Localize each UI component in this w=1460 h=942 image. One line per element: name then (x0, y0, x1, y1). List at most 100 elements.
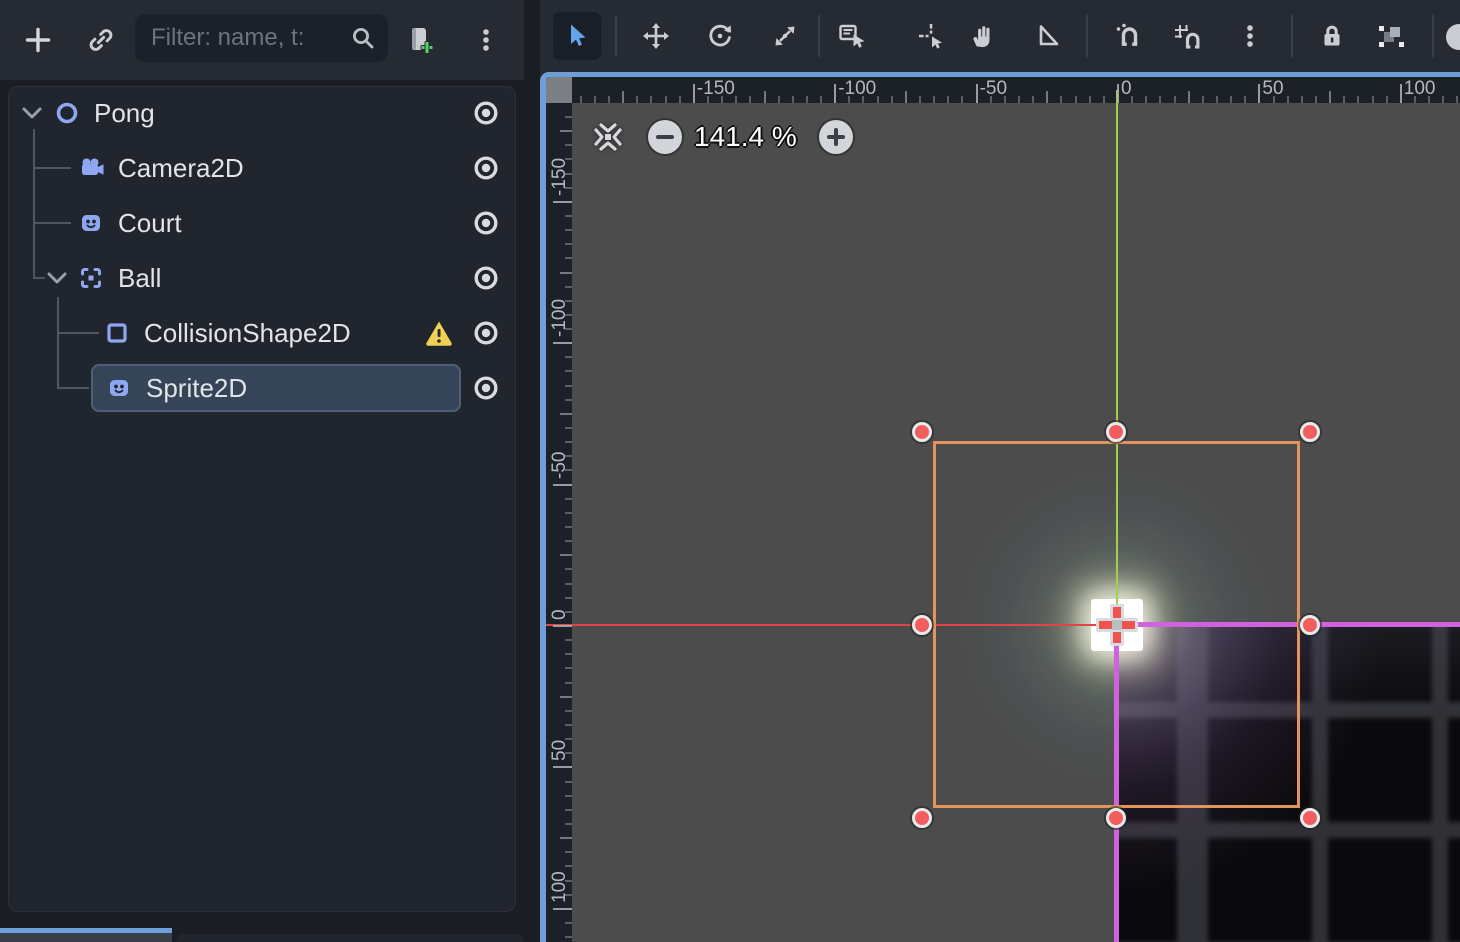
resize-handle-bottom[interactable] (1106, 808, 1126, 828)
ruler-tick (749, 96, 751, 103)
ruler-tick (565, 243, 572, 245)
resize-handle-top[interactable] (1106, 422, 1126, 442)
ruler-tick (1174, 96, 1176, 103)
resize-handle-top-left[interactable] (912, 422, 932, 442)
ruler-tick (1400, 84, 1402, 103)
ruler-tick (565, 724, 572, 726)
skeleton-options-icon[interactable] (1446, 24, 1460, 50)
resize-handle-bottom-right[interactable] (1300, 808, 1320, 828)
tree-row-pong[interactable]: Pong (9, 89, 515, 137)
tree-row-court[interactable]: Court (9, 199, 515, 247)
zoom-in-button[interactable] (819, 120, 853, 154)
grid-snap-button[interactable] (1167, 16, 1207, 56)
move-tool-button[interactable] (636, 16, 676, 56)
ruler-tick (565, 526, 572, 528)
ruler-tick (565, 441, 572, 443)
ruler-tick (565, 823, 572, 825)
scene-dock: Pong Camera2D (0, 0, 524, 942)
ruler-tick (565, 370, 572, 372)
ruler-tick (565, 540, 572, 542)
ruler-tick (594, 96, 596, 103)
instance-scene-button[interactable] (73, 12, 129, 68)
center-view-button[interactable] (588, 117, 628, 157)
ruler-tick (580, 96, 582, 103)
toolbar-separator (1432, 15, 1434, 57)
tree-row-sprite2d[interactable]: Sprite2D (91, 364, 461, 412)
resize-handle-bottom-left[interactable] (912, 808, 932, 828)
v-ruler-label: 100 (549, 871, 571, 903)
visibility-toggle[interactable] (470, 262, 502, 294)
resize-handle-right[interactable] (1300, 615, 1320, 635)
plus-icon (23, 25, 53, 55)
ruler-tick (553, 484, 572, 486)
ruler-tick (553, 342, 572, 344)
ruler-tick (565, 936, 572, 938)
h-ruler-label: -50 (980, 78, 1007, 100)
visibility-toggle[interactable] (470, 207, 502, 239)
v-ruler-label: -150 (549, 158, 571, 196)
magnet-snap-icon (1113, 21, 1143, 51)
list-select-tool-button[interactable] (831, 16, 871, 56)
eye-icon (470, 97, 502, 129)
ruler-tick (976, 84, 978, 103)
grid-magnet-icon (1172, 21, 1202, 51)
eye-icon (470, 152, 502, 184)
visibility-toggle[interactable] (470, 152, 502, 184)
ruler-tick (1159, 96, 1161, 103)
pan-tool-button[interactable] (961, 16, 1001, 56)
visibility-toggle[interactable] (470, 97, 502, 129)
script-create-icon (404, 24, 436, 56)
ruler-tool-button[interactable] (1028, 16, 1068, 56)
viewport-frame: -150-100-50050100 -150-100-50050100 (540, 72, 1460, 942)
ruler-tick (961, 96, 963, 103)
select-tool-button[interactable] (553, 12, 601, 60)
zoom-out-button[interactable] (648, 120, 682, 154)
attach-script-button[interactable] (392, 12, 448, 68)
scene-tree: Pong Camera2D (8, 86, 516, 912)
ruler-tick (565, 385, 572, 387)
ruler-tick (1329, 91, 1331, 103)
node-label: Ball (118, 263, 161, 294)
snap-options-menu-button[interactable] (1230, 16, 1270, 56)
collapse-chevron-icon[interactable] (44, 269, 70, 287)
ruler-tick (565, 653, 572, 655)
rotate-tool-button[interactable] (700, 16, 740, 56)
lock-selected-button[interactable] (1312, 16, 1352, 56)
ruler-tick (565, 568, 572, 570)
scale-tool-button[interactable] (765, 16, 805, 56)
resize-handle-top-right[interactable] (1300, 422, 1320, 442)
snap-cursor-tool-button[interactable] (911, 16, 951, 56)
tree-row-ball[interactable]: Ball (9, 254, 515, 302)
position-gizmo[interactable] (1094, 602, 1140, 648)
ruler-tick (565, 639, 572, 641)
h-ruler-label: -150 (697, 78, 735, 100)
ruler-tick (565, 922, 572, 924)
scene-menu-button[interactable] (458, 12, 514, 68)
ruler-tick (565, 667, 572, 669)
horizontal-ruler[interactable]: -150-100-50050100 (572, 77, 1460, 103)
ruler-tick (1343, 96, 1345, 103)
center-view-icon (588, 117, 628, 157)
area2d-icon (77, 264, 105, 292)
tree-row-camera2d[interactable]: Camera2D (9, 144, 515, 192)
zoom-percent[interactable]: 141.4 % (694, 121, 797, 153)
ruler-tick (553, 766, 572, 768)
eye-icon (470, 207, 502, 239)
visibility-toggle[interactable] (470, 372, 502, 404)
node-warning-icon[interactable] (424, 318, 454, 348)
group-selected-button[interactable] (1370, 16, 1410, 56)
resize-handle-left[interactable] (912, 615, 932, 635)
list-select-icon (836, 21, 866, 51)
add-node-button[interactable] (10, 12, 66, 68)
ruler-tick (679, 96, 681, 103)
ruler-tick (693, 84, 695, 103)
visibility-toggle[interactable] (470, 317, 502, 349)
vertical-ruler[interactable]: -150-100-50050100 (546, 103, 572, 942)
collapse-chevron-icon[interactable] (19, 104, 45, 122)
dock-tab[interactable] (0, 933, 172, 942)
smart-snap-button[interactable] (1108, 16, 1148, 56)
toolbar-separator (1086, 15, 1088, 57)
ruler-tick (1244, 96, 1246, 103)
viewport-canvas[interactable]: 141.4 % (572, 103, 1460, 942)
ruler-tick (1018, 96, 1020, 103)
